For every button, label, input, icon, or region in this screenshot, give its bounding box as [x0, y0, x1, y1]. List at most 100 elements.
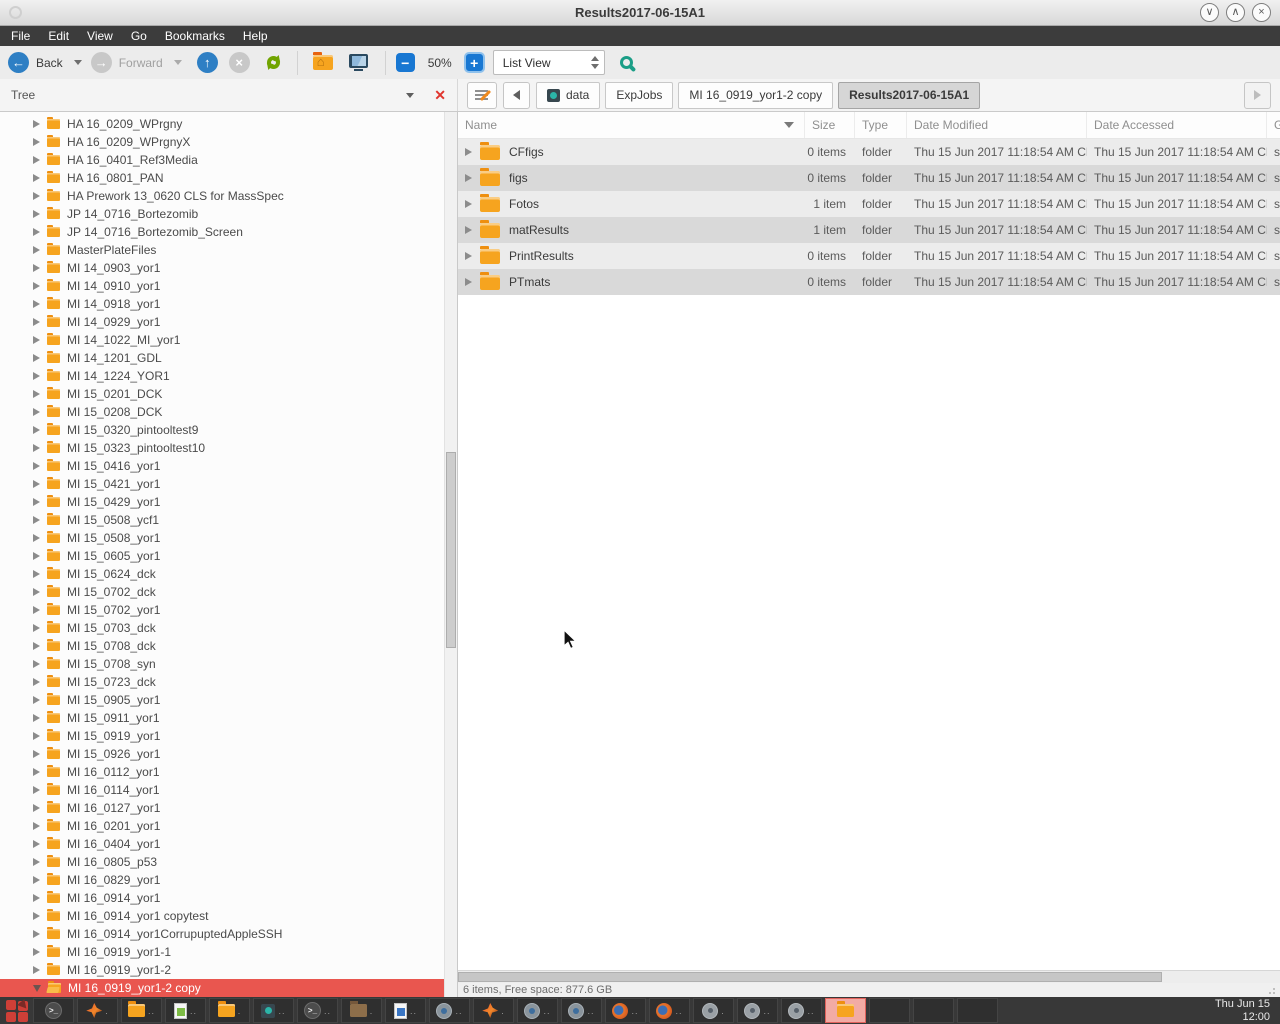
refresh-icon[interactable] — [267, 56, 280, 69]
expand-icon[interactable] — [33, 444, 40, 452]
task-button-folder[interactable]: .. — [121, 998, 162, 1023]
file-row[interactable]: PrintResults0 itemsfolderThu 15 Jun 2017… — [458, 243, 1280, 269]
tree-item[interactable]: MI 16_0914_yor1 copytest — [0, 907, 457, 925]
expand-icon[interactable] — [33, 354, 40, 362]
horizontal-scrollbar-thumb[interactable] — [458, 972, 1162, 982]
tree-item[interactable]: MI 15_0508_ycf1 — [0, 511, 457, 529]
task-button-folder-brown[interactable]: . — [341, 998, 382, 1023]
horizontal-scrollbar[interactable] — [458, 970, 1280, 983]
task-button-empty[interactable] — [913, 998, 954, 1023]
task-button-app-gray[interactable]: . — [693, 998, 734, 1023]
task-button-terminal[interactable] — [33, 998, 74, 1023]
tree-item[interactable]: MI 14_0910_yor1 — [0, 277, 457, 295]
menu-view[interactable]: View — [78, 26, 122, 46]
tree-item[interactable]: MI 15_0429_yor1 — [0, 493, 457, 511]
expand-icon[interactable] — [33, 948, 40, 956]
tree-item[interactable]: MI 15_0703_dck — [0, 619, 457, 637]
resize-grip[interactable] — [1268, 985, 1278, 995]
expand-icon[interactable] — [33, 372, 40, 380]
breadcrumb-segment-1[interactable]: ExpJobs — [605, 82, 673, 109]
expand-icon[interactable] — [33, 462, 40, 470]
expand-icon[interactable] — [33, 336, 40, 344]
tree-item[interactable]: MI 14_0918_yor1 — [0, 295, 457, 313]
breadcrumb-segment-3[interactable]: Results2017-06-15A1 — [838, 82, 980, 109]
expand-icon[interactable] — [33, 732, 40, 740]
tree-item[interactable]: MI 15_0708_dck — [0, 637, 457, 655]
app-launcher-icon[interactable] — [3, 998, 30, 1023]
expand-icon[interactable] — [33, 588, 40, 596]
expand-icon[interactable] — [33, 822, 40, 830]
back-icon[interactable]: ← — [8, 52, 29, 73]
expand-icon[interactable] — [33, 552, 40, 560]
expand-icon[interactable] — [33, 156, 40, 164]
task-button-folder[interactable] — [825, 998, 866, 1023]
expand-icon[interactable] — [465, 226, 472, 234]
minimize-button[interactable]: ∨ — [1200, 3, 1219, 22]
task-button-writer[interactable]: .. — [385, 998, 426, 1023]
tree-item[interactable]: HA 16_0209_WPrgnyX — [0, 133, 457, 151]
tree-item[interactable]: MI 16_0919_yor1-2 copy — [0, 979, 457, 997]
tree-item[interactable]: MI 15_0421_yor1 — [0, 475, 457, 493]
side-panel-close-icon[interactable]: ✕ — [434, 87, 446, 104]
task-button-firefox[interactable]: .. — [605, 998, 646, 1023]
tree-item[interactable]: MI 15_0702_dck — [0, 583, 457, 601]
expand-icon[interactable] — [33, 894, 40, 902]
tree-scrollbar[interactable] — [444, 112, 457, 997]
tree-item[interactable]: MI 15_0320_pintooltest9 — [0, 421, 457, 439]
tree-item[interactable]: HA 16_0209_WPrgny — [0, 115, 457, 133]
expand-icon[interactable] — [33, 390, 40, 398]
tree-item[interactable]: MI 15_0508_yor1 — [0, 529, 457, 547]
task-button-app-circle[interactable]: .. — [517, 998, 558, 1023]
expand-icon[interactable] — [33, 624, 40, 632]
task-button-matlab[interactable]: . — [77, 998, 118, 1023]
task-button-app-circle[interactable]: .. — [561, 998, 602, 1023]
tree-item[interactable]: HA Prework 13_0620 CLS for MassSpec — [0, 187, 457, 205]
expand-icon[interactable] — [465, 174, 472, 182]
maximize-button[interactable]: ∧ — [1226, 3, 1245, 22]
tree-item[interactable]: MI 15_0605_yor1 — [0, 547, 457, 565]
expand-icon[interactable] — [33, 300, 40, 308]
tree-item[interactable]: HA 16_0801_PAN — [0, 169, 457, 187]
expand-icon[interactable] — [33, 264, 40, 272]
file-row[interactable]: Fotos1 itemfolderThu 15 Jun 2017 11:18:5… — [458, 191, 1280, 217]
tree-item[interactable]: MI 16_0404_yor1 — [0, 835, 457, 853]
expand-icon[interactable] — [33, 120, 40, 128]
menu-bookmarks[interactable]: Bookmarks — [156, 26, 234, 46]
scroll-path-left-button[interactable] — [503, 82, 530, 109]
menu-go[interactable]: Go — [122, 26, 156, 46]
expand-icon[interactable] — [33, 480, 40, 488]
expand-icon[interactable] — [33, 840, 40, 848]
expand-icon[interactable] — [33, 786, 40, 794]
expand-icon[interactable] — [33, 174, 40, 182]
expand-icon[interactable] — [33, 282, 40, 290]
expand-icon[interactable] — [33, 912, 40, 920]
menu-help[interactable]: Help — [234, 26, 277, 46]
expand-icon[interactable] — [33, 876, 40, 884]
column-header-date-modified[interactable]: Date Modified — [907, 112, 1087, 138]
tree-item[interactable]: MI 16_0112_yor1 — [0, 763, 457, 781]
task-button-app-circle[interactable]: .. — [429, 998, 470, 1023]
tree-item[interactable]: HA 16_0401_Ref3Media — [0, 151, 457, 169]
desktop-icon[interactable] — [349, 54, 368, 68]
expand-icon[interactable] — [33, 408, 40, 416]
tree-item[interactable]: MI 15_0323_pintooltest10 — [0, 439, 457, 457]
expand-icon[interactable] — [33, 606, 40, 614]
menu-file[interactable]: File — [2, 26, 39, 46]
tree-item[interactable]: MI 15_0201_DCK — [0, 385, 457, 403]
home-icon[interactable] — [313, 55, 333, 70]
close-button[interactable]: × — [1252, 3, 1271, 22]
zoom-in-button[interactable]: + — [465, 53, 484, 72]
tree-item[interactable]: MI 16_0114_yor1 — [0, 781, 457, 799]
expand-icon[interactable] — [33, 426, 40, 434]
task-button-empty[interactable] — [869, 998, 910, 1023]
tree-item[interactable]: MI 15_0926_yor1 — [0, 745, 457, 763]
file-list-empty-area[interactable] — [458, 295, 1280, 970]
taskbar-clock[interactable]: Thu Jun 15 12:00 — [1215, 998, 1277, 1024]
tree-item[interactable]: MI 16_0829_yor1 — [0, 871, 457, 889]
expand-icon[interactable] — [33, 498, 40, 506]
tree-item[interactable]: MI 16_0914_yor1 — [0, 889, 457, 907]
expand-icon[interactable] — [33, 750, 40, 758]
edit-path-button[interactable] — [467, 82, 497, 109]
expand-icon[interactable] — [33, 228, 40, 236]
search-icon[interactable] — [620, 56, 633, 69]
